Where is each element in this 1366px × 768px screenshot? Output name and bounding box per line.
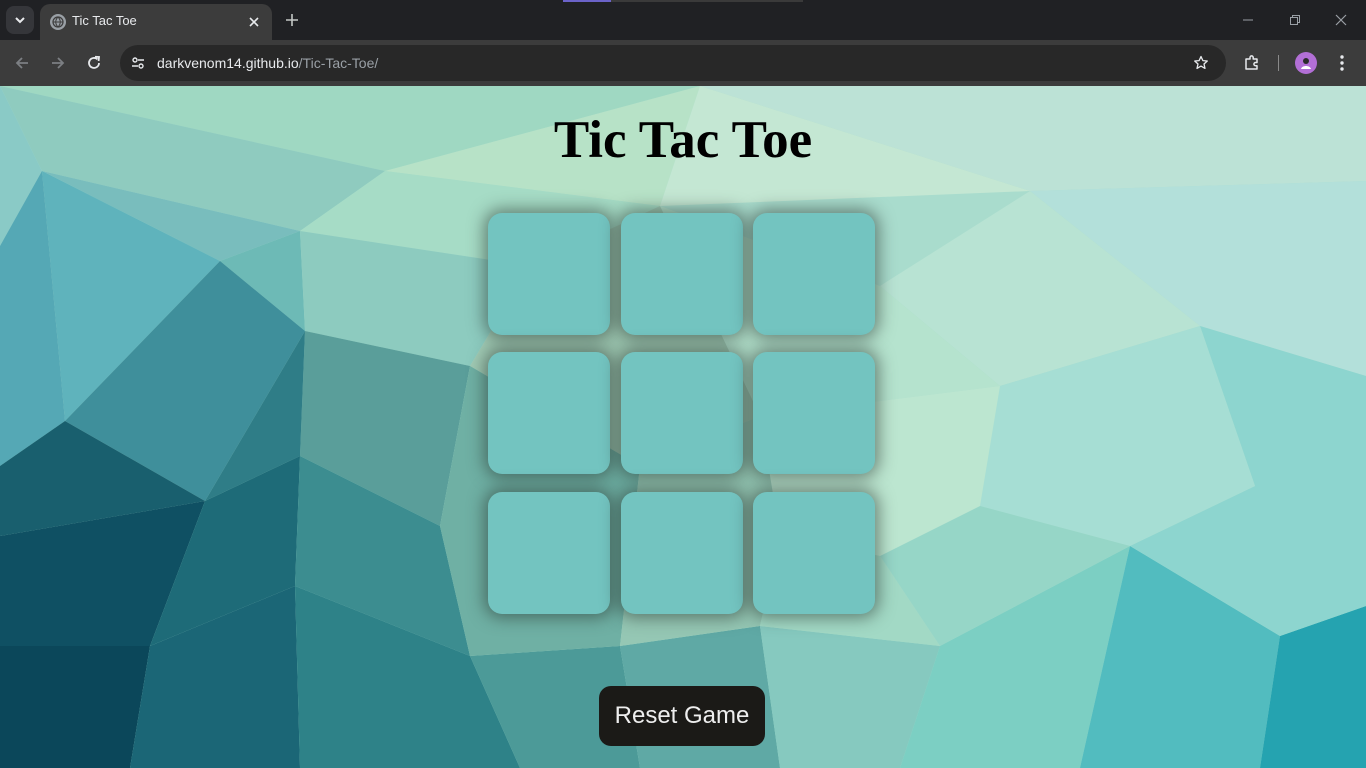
forward-arrow-icon: [52, 57, 65, 69]
page-title: Tic Tac Toe: [553, 111, 813, 169]
url-host: darkvenom14.github.io: [157, 55, 299, 71]
board-cell-8[interactable]: [621, 492, 743, 614]
globe-icon: [50, 14, 66, 30]
tab-strip: Tic Tac Toe: [0, 0, 1366, 40]
browser-window: Tic Tac Toe darkvenom14.github.io/Tic-Ta…: [0, 0, 1366, 768]
board-cell-7[interactable]: [488, 492, 610, 614]
board-cell-5[interactable]: [621, 352, 743, 474]
reload-button[interactable]: [82, 51, 106, 75]
toolbar-separator: [1278, 55, 1279, 71]
board-cell-4[interactable]: [488, 352, 610, 474]
restore-button[interactable]: [1283, 8, 1307, 32]
reset-game-button[interactable]: Reset Game: [599, 686, 765, 746]
minimize-icon: [1243, 19, 1253, 21]
close-icon[interactable]: [244, 12, 264, 32]
forward-button[interactable]: [46, 51, 70, 75]
back-button[interactable]: [10, 51, 34, 75]
plus-icon: [286, 14, 298, 26]
tab-search-button[interactable]: [6, 6, 34, 34]
board-cell-2[interactable]: [621, 213, 743, 335]
profile-avatar-icon[interactable]: [1295, 52, 1317, 74]
board-cell-3[interactable]: [753, 213, 875, 335]
restore-icon: [1290, 15, 1300, 25]
star-icon[interactable]: [1190, 52, 1212, 74]
close-window-button[interactable]: [1329, 8, 1353, 32]
address-bar[interactable]: darkvenom14.github.io/Tic-Tac-Toe/: [120, 45, 1226, 81]
board-cell-1[interactable]: [488, 213, 610, 335]
browser-tab[interactable]: Tic Tac Toe: [40, 4, 272, 40]
new-tab-button[interactable]: [280, 8, 304, 32]
window-drag-indicator: [563, 0, 803, 2]
url-text[interactable]: darkvenom14.github.io/Tic-Tac-Toe/: [157, 55, 378, 71]
game-board: [488, 213, 876, 614]
reload-icon: [88, 55, 100, 69]
back-arrow-icon: [15, 57, 28, 69]
url-path: /Tic-Tac-Toe/: [298, 55, 379, 71]
extensions-button[interactable]: [1240, 51, 1264, 75]
board-cell-9[interactable]: [753, 492, 875, 614]
close-window-icon: [1335, 14, 1347, 26]
browser-toolbar: darkvenom14.github.io/Tic-Tac-Toe/: [0, 40, 1366, 86]
board-cell-6[interactable]: [753, 352, 875, 474]
puzzle-icon: [1245, 55, 1258, 70]
kebab-menu-icon: [1340, 55, 1344, 71]
browser-menu-button[interactable]: [1330, 51, 1354, 75]
chevron-down-icon: [15, 17, 25, 24]
page-viewport: Tic Tac Toe Reset Game: [0, 86, 1366, 768]
tab-title: Tic Tac Toe: [72, 13, 137, 28]
minimize-button[interactable]: [1236, 8, 1260, 32]
tune-icon[interactable]: [126, 51, 150, 75]
